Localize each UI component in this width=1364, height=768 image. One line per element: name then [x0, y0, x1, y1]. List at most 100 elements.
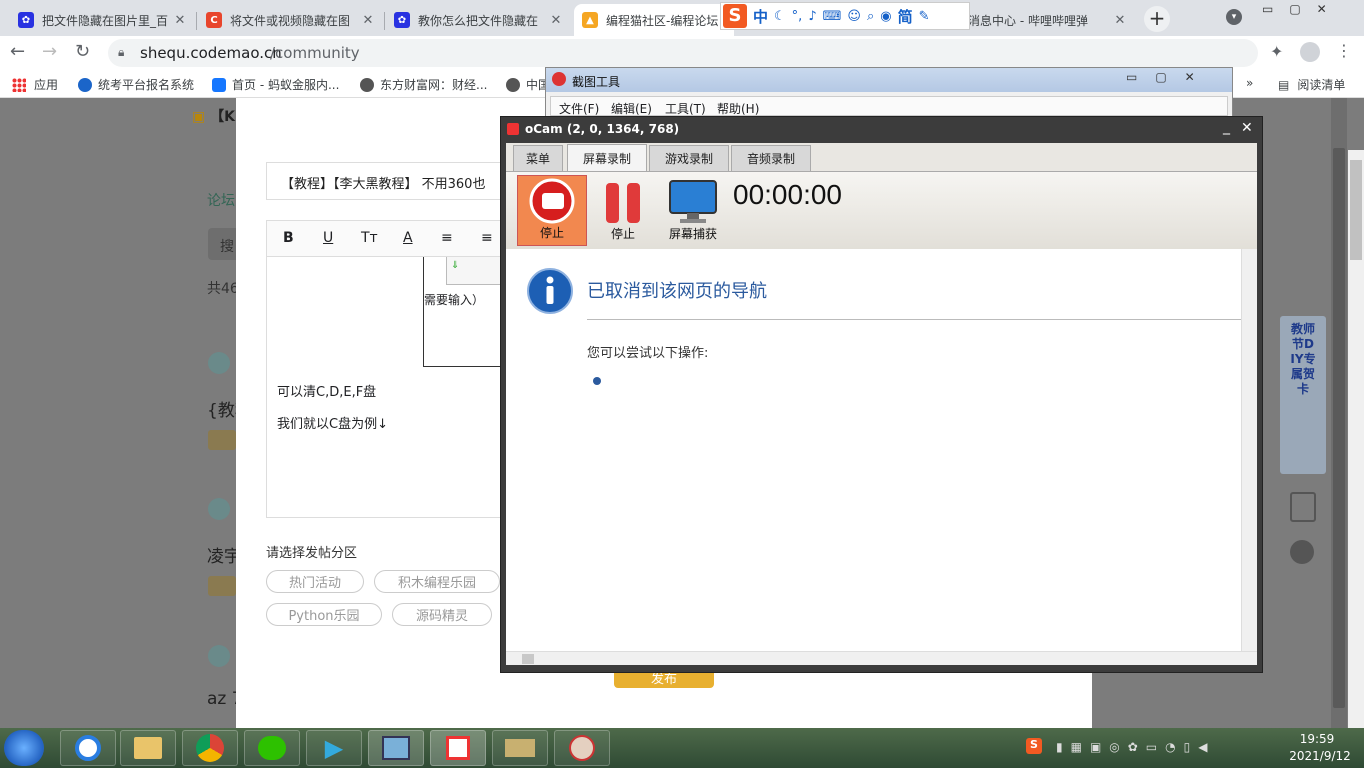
ime-lang-toggle[interactable]: 中 [753, 6, 768, 27]
avatar[interactable] [208, 645, 230, 667]
bookmark-item[interactable]: 首页 - 蚂蚁金服内... [212, 76, 339, 93]
section-chip[interactable]: 积木编程乐园 [374, 570, 500, 593]
taskbar-app-tool[interactable] [554, 730, 610, 766]
snipping-window-controls[interactable]: ▭▢✕ [1126, 70, 1226, 88]
wrench-icon[interactable]: ✎ [919, 9, 930, 24]
close-tab-icon[interactable]: ✕ [360, 13, 376, 28]
ocam-hscroll[interactable] [506, 651, 1257, 665]
close-tab-icon[interactable]: ✕ [1112, 13, 1128, 28]
window-controls[interactable]: ▭▢✕ [1262, 2, 1343, 16]
qq-icon[interactable] [1290, 540, 1314, 564]
fullwidth-icon[interactable]: ◉ [880, 9, 891, 24]
tab-5[interactable]: 消息中心 - 哔哩哔哩弹 ✕ [960, 4, 1136, 36]
section-chip[interactable]: 热门活动 [266, 570, 364, 593]
url-path: /community [270, 44, 360, 62]
tab-search-icon[interactable]: ▾ [1226, 9, 1242, 25]
folder-icon [134, 737, 162, 759]
bookmark-item[interactable]: 东方财富网：财经... [360, 76, 487, 93]
tab-3[interactable]: ✿ 教你怎么把文件隐藏在 ✕ [386, 4, 572, 36]
taskbar-app-snipping[interactable] [368, 730, 424, 766]
taskbar-app-explorer[interactable] [120, 730, 176, 766]
section-chip[interactable]: 源码精灵 [392, 603, 492, 626]
tray-icons[interactable]: ▮▦▣◎✿▭◔▯◀ [1056, 740, 1215, 754]
scroll-thumb[interactable] [522, 654, 534, 664]
ocam-pause-button[interactable]: 停止 [593, 175, 653, 246]
ocam-vscroll[interactable] [1241, 249, 1257, 651]
forward-arrow-icon[interactable]: → [42, 41, 57, 62]
close-tab-icon[interactable]: ✕ [172, 13, 188, 28]
bold-button[interactable]: B [283, 230, 294, 246]
taskbar-app-wechat[interactable] [244, 730, 300, 766]
omnibox[interactable]: 🔒︎ shequ.codemao.cn /community [108, 39, 1258, 67]
ocam-logo-icon [507, 123, 519, 135]
tab-4-active[interactable]: ▲ 编程猫社区-编程论坛 [574, 4, 734, 36]
section-chip[interactable]: Python乐园 [266, 603, 382, 626]
tab-2[interactable]: C 将文件或视频隐藏在图 ✕ [198, 4, 384, 36]
lock-icon: 🔒︎ [118, 45, 125, 59]
avatar[interactable] [208, 498, 230, 520]
punct-icon[interactable]: °, [792, 9, 803, 24]
bookmarks-more[interactable]: » [1246, 76, 1253, 90]
ocam-stop-record-button[interactable]: 停止 [517, 175, 587, 246]
ocam-tab-audio-record[interactable]: 音频录制 [731, 145, 811, 171]
tab-1[interactable]: ✿ 把文件隐藏在图片里_百 ✕ [10, 4, 196, 36]
window-scrollbar[interactable] [1348, 150, 1364, 728]
keyboard-icon[interactable]: ⌨ [823, 9, 842, 24]
taskbar-app-video[interactable]: ▶ [306, 730, 362, 766]
ocam-tab-screen-record[interactable]: 屏幕录制 [567, 144, 647, 172]
skin-icon[interactable]: ☺ [847, 9, 861, 24]
align-center-icon[interactable]: ≡ [481, 230, 493, 246]
font-color-button[interactable]: A [403, 230, 413, 246]
ocam-taskbar-icon [446, 736, 470, 760]
moon-icon[interactable]: ☾ [774, 9, 786, 24]
start-button[interactable] [4, 730, 44, 766]
taskbar-app-baidunetdisk[interactable] [60, 730, 116, 766]
reload-icon[interactable]: ↻ [75, 41, 90, 62]
taskbar-app-ocam[interactable] [430, 730, 486, 766]
reading-list[interactable]: ▤ 阅读清单 [1278, 76, 1345, 93]
bookmark-item[interactable]: 统考平台报名系统 [78, 76, 194, 93]
simplified-toggle[interactable]: 简 [898, 6, 913, 27]
baidu-paw-icon: ✿ [18, 12, 34, 28]
avatar[interactable] [208, 352, 230, 374]
reading-list-icon: ▤ [1278, 77, 1290, 92]
menu-file[interactable]: 文件(F) [559, 100, 599, 117]
ocam-title-bar[interactable]: oCam (2, 0, 1364, 768) _ ✕ [501, 117, 1262, 141]
ime-toolbar[interactable]: S 中 ☾ °, ♪ ⌨ ☺ ⌕ ◉ 简 ✎ [720, 2, 970, 30]
scroll-thumb[interactable] [1333, 148, 1345, 708]
teachers-day-banner[interactable]: 教师节DIY专属贺卡 [1280, 316, 1326, 474]
bookmark-item[interactable]: 中国 [506, 76, 550, 93]
new-tab-button[interactable]: + [1144, 6, 1170, 32]
mic-icon[interactable]: ♪ [808, 9, 816, 24]
snipping-title-bar[interactable]: 截图工具 ▭▢✕ [546, 68, 1232, 92]
close-icon[interactable]: ✕ [1241, 120, 1253, 136]
align-left-icon[interactable]: ≡ [441, 230, 453, 246]
chrome-menu-icon[interactable]: ⋮ [1336, 41, 1352, 60]
sogou-tray-icon[interactable]: S [1026, 738, 1042, 754]
back-arrow-icon[interactable]: ← [10, 41, 25, 62]
ocam-tab-game-record[interactable]: 游戏录制 [649, 145, 729, 171]
cloud-icon [75, 735, 101, 761]
phone-icon[interactable] [1290, 492, 1316, 522]
bookmark-apps[interactable]: 应用 [12, 76, 58, 93]
minimize-icon[interactable]: _ [1223, 119, 1230, 135]
taskbar-app-archive[interactable] [492, 730, 548, 766]
extensions-icon[interactable]: ✦ [1270, 42, 1283, 61]
page-scrollbar[interactable] [1331, 98, 1347, 728]
underline-button[interactable]: U [323, 230, 333, 246]
ocam-tab-menu[interactable]: 菜单 [513, 145, 563, 171]
profile-avatar[interactable] [1300, 42, 1320, 62]
menu-help[interactable]: 帮助(H) [717, 100, 759, 117]
apps-grid-icon [12, 77, 26, 92]
scroll-thumb[interactable] [1350, 160, 1362, 260]
ocam-title: oCam (2, 0, 1364, 768) [525, 122, 680, 136]
clock-time[interactable]: 19:59 [1290, 732, 1344, 746]
taskbar-app-chrome[interactable] [182, 730, 238, 766]
search-icon[interactable]: ⌕ [867, 9, 874, 24]
menu-tools[interactable]: 工具(T) [665, 100, 706, 117]
ocam-capture-button[interactable]: 屏幕捕获 [661, 175, 725, 246]
menu-edit[interactable]: 编辑(E) [611, 100, 652, 117]
font-size-button[interactable]: Tт [361, 230, 378, 246]
close-tab-icon[interactable]: ✕ [548, 13, 564, 28]
clock-date[interactable]: 2021/9/12 [1280, 749, 1360, 763]
